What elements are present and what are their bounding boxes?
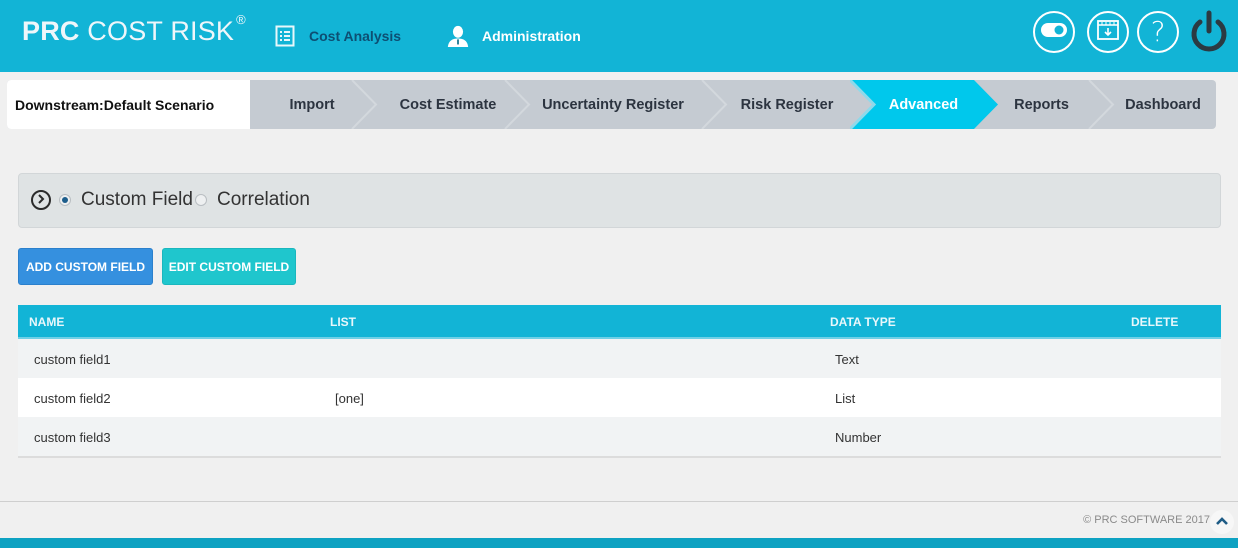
- step-cost-estimate[interactable]: Cost Estimate: [373, 80, 523, 129]
- toggle-icon: [1041, 22, 1067, 42]
- list-document-icon: [274, 24, 296, 48]
- logo-text: COST RISK: [79, 16, 235, 46]
- download-window-icon: [1097, 19, 1119, 45]
- cell-name: custom field3: [34, 430, 111, 445]
- column-header-list[interactable]: LIST: [330, 315, 356, 329]
- step-risk-register[interactable]: Risk Register: [725, 80, 849, 129]
- scenario-title: Downstream : Default Scenario: [7, 80, 250, 129]
- step-separator: [701, 80, 728, 129]
- radio-correlation-label[interactable]: Correlation: [217, 189, 310, 211]
- step-import[interactable]: Import: [257, 80, 367, 129]
- bottom-bar: [0, 538, 1238, 548]
- step-uncertainty-register[interactable]: Uncertainty Register: [528, 80, 698, 129]
- table-row[interactable]: custom field2 [one] List: [18, 378, 1221, 417]
- copyright: © PRC SOFTWARE 2017: [1083, 514, 1210, 526]
- help-icon: ?: [1150, 15, 1166, 48]
- footer-divider: [0, 501, 1238, 502]
- radio-custom-field-label[interactable]: Custom Field: [81, 189, 193, 211]
- cell-name: custom field2: [34, 391, 111, 406]
- add-custom-field-button[interactable]: ADD CUSTOM FIELD: [18, 248, 153, 285]
- table-bottom-border: [18, 456, 1221, 458]
- step-risk-register-label: Risk Register: [740, 96, 834, 113]
- step-import-label: Import: [289, 96, 335, 113]
- workflow-steps: Downstream : Default Scenario Import Cos…: [7, 80, 1216, 129]
- step-advanced-label: Advanced: [888, 96, 959, 113]
- help-button[interactable]: ?: [1137, 11, 1179, 53]
- step-uncertainty-register-label: Uncertainty Register: [542, 96, 684, 113]
- scenario-name: Default Scenario: [103, 96, 215, 113]
- power-icon: [1187, 10, 1231, 58]
- chevron-up-icon: [1215, 513, 1229, 531]
- radio-custom-field[interactable]: [59, 194, 71, 206]
- cell-list: [one]: [335, 391, 364, 406]
- column-header-data-type[interactable]: DATA TYPE: [830, 315, 896, 329]
- step-reports-label: Reports: [1014, 96, 1069, 113]
- nav-administration[interactable]: Administration: [447, 22, 581, 50]
- option-panel: Custom Field Correlation: [18, 173, 1221, 228]
- cell-data-type: Text: [835, 352, 859, 367]
- step-dashboard[interactable]: Dashboard: [1111, 80, 1215, 129]
- table-row[interactable]: custom field3 Number: [18, 417, 1221, 456]
- edit-custom-field-button[interactable]: EDIT CUSTOM FIELD: [162, 248, 296, 285]
- radio-correlation[interactable]: [195, 194, 207, 206]
- expand-button[interactable]: [31, 190, 51, 210]
- table-header: NAME LIST DATA TYPE DELETE: [18, 305, 1221, 339]
- nav-cost-analysis-label: Cost Analysis: [309, 28, 402, 44]
- cell-data-type: Number: [835, 430, 882, 445]
- custom-fields-table: NAME LIST DATA TYPE DELETE custom field1…: [18, 305, 1221, 458]
- column-header-delete[interactable]: DELETE: [1131, 315, 1178, 329]
- cell-data-type: List: [835, 391, 856, 406]
- step-dashboard-label: Dashboard: [1125, 96, 1201, 113]
- chevron-right-icon: [36, 191, 46, 209]
- step-advanced[interactable]: Advanced: [871, 80, 976, 129]
- top-bar: PRC COST RISK ® Cost Analysis Administrat…: [0, 0, 1238, 72]
- cell-name: custom field1: [34, 352, 111, 367]
- power-button[interactable]: [1187, 10, 1231, 54]
- registered-mark: ®: [236, 12, 246, 27]
- scroll-top-button[interactable]: [1210, 510, 1234, 534]
- toggle-button[interactable]: [1033, 11, 1075, 53]
- logo: PRC COST RISK ®: [22, 12, 246, 47]
- table-row[interactable]: custom field1 Text: [18, 339, 1221, 378]
- user-icon: [447, 24, 469, 48]
- logo-bold: PRC: [22, 16, 80, 46]
- download-button[interactable]: [1087, 11, 1129, 53]
- nav-administration-label: Administration: [482, 28, 581, 44]
- column-header-name[interactable]: NAME: [29, 315, 64, 329]
- project-name: Downstream: [15, 96, 100, 113]
- step-reports[interactable]: Reports: [999, 80, 1084, 129]
- nav-cost-analysis[interactable]: Cost Analysis: [274, 22, 401, 50]
- step-cost-estimate-label: Cost Estimate: [399, 96, 497, 113]
